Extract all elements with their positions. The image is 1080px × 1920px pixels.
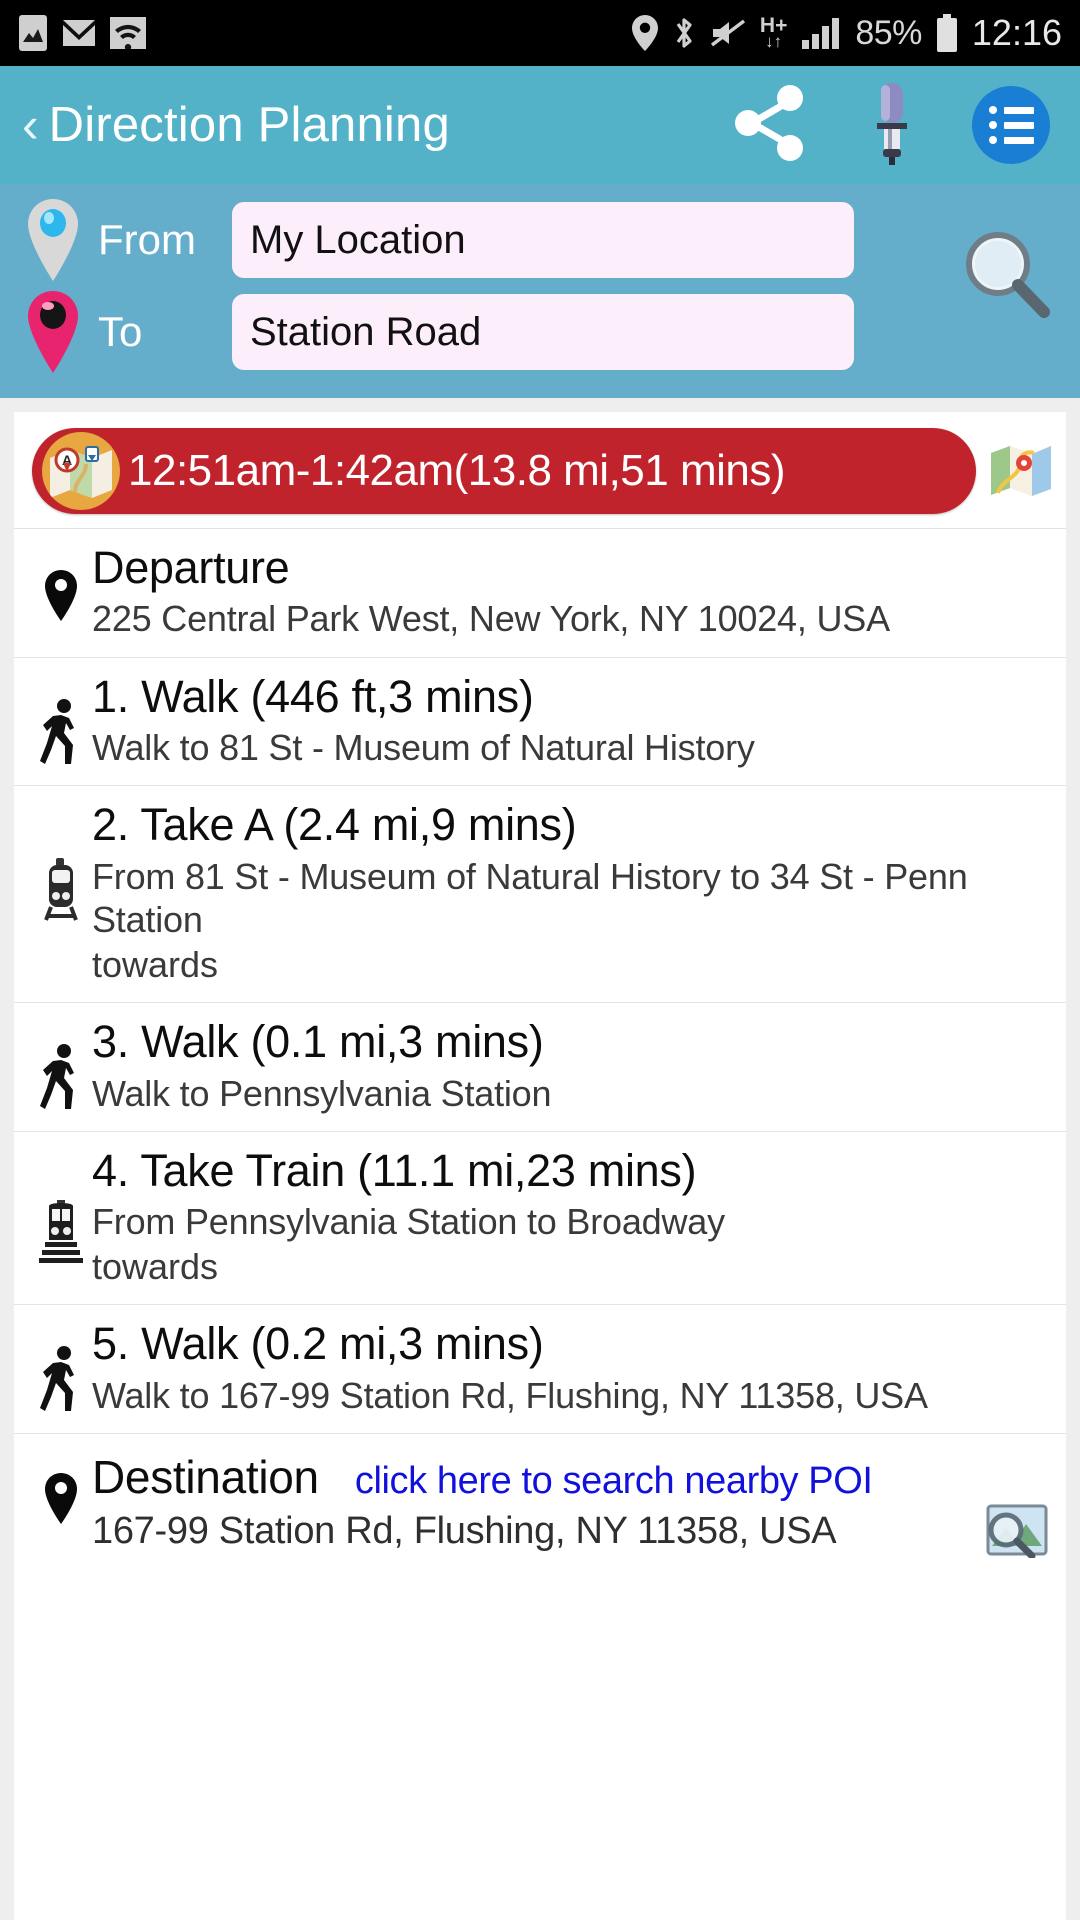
- route-summary-label: 12:51am-1:42am(13.8 mi,51 mins): [128, 446, 786, 495]
- walking-icon: [30, 1017, 92, 1113]
- step-body: 2. Take A (2.4 mi,9 mins) From 81 St - M…: [92, 799, 1050, 986]
- to-input[interactable]: Station Road: [232, 294, 854, 370]
- bluetooth-icon: [672, 15, 696, 51]
- from-label: From: [98, 216, 196, 263]
- map-pin-icon: [30, 543, 92, 623]
- to-label: To: [98, 308, 143, 355]
- from-row: From My Location: [0, 197, 1080, 283]
- page-title: Direction Planning: [48, 98, 450, 152]
- hplus-data-icon: H+ ↓↑: [760, 15, 787, 51]
- app-bar-actions: [728, 79, 1058, 172]
- train-icon: [30, 1146, 92, 1270]
- step-body: 3. Walk (0.1 mi,3 mins) Walk to Pennsylv…: [92, 1016, 1050, 1115]
- status-bar: H+ ↓↑ 85% 12:16: [0, 0, 1080, 66]
- step-body: 4. Take Train (11.1 mi,23 mins) From Pen…: [92, 1144, 1050, 1289]
- google-maps-icon[interactable]: [990, 443, 1052, 499]
- step-subtitle: Walk to 81 St - Museum of Natural Histor…: [92, 726, 755, 768]
- destination-title: Destination: [92, 1451, 319, 1504]
- search-nearby-poi-link[interactable]: click here to search nearby POI: [355, 1460, 873, 1503]
- route-results-area: A 12:51am-1:42am(13.8 mi,51 mins) Depart…: [0, 398, 1080, 1920]
- step-body: 1. Walk (446 ft,3 mins) Walk to 81 St - …: [92, 670, 1050, 770]
- step-body: 5. Walk (0.2 mi,3 mins) Walk to 167-99 S…: [92, 1319, 1050, 1417]
- microphone-icon[interactable]: [864, 79, 920, 172]
- from-input[interactable]: My Location: [232, 202, 854, 278]
- map-pin-icon: [30, 1450, 92, 1526]
- step-row[interactable]: 1. Walk (446 ft,3 mins) Walk to 81 St - …: [14, 658, 1066, 787]
- route-search-panel: From My Location To Station Road: [0, 184, 1080, 398]
- to-pin-icon: [22, 289, 84, 375]
- clock-label: 12:16: [971, 12, 1062, 53]
- step-title: 1. Walk (446 ft,3 mins): [92, 670, 534, 722]
- departure-address: 225 Central Park West, New York, NY 1002…: [92, 598, 890, 640]
- step-subtitle: Walk to 167-99 Station Rd, Flushing, NY …: [92, 1374, 928, 1416]
- image-search-icon[interactable]: [984, 1502, 1050, 1560]
- wifi-icon: [110, 17, 146, 49]
- destination-header: Destination click here to search nearby …: [92, 1450, 978, 1504]
- route-summary-row: A 12:51am-1:42am(13.8 mi,51 mins): [14, 412, 1066, 529]
- destination-address: 167-99 Station Rd, Flushing, NY 11358, U…: [92, 1510, 837, 1553]
- route-card: A 12:51am-1:42am(13.8 mi,51 mins) Depart…: [14, 412, 1066, 1920]
- map-route-badge-icon: A: [42, 432, 120, 510]
- share-icon[interactable]: [728, 83, 812, 168]
- step-subtitle: From 81 St - Museum of Natural History t…: [92, 855, 968, 940]
- data-arrows-icon: ↓↑: [765, 31, 783, 51]
- from-pin-icon: [22, 197, 84, 283]
- magnifier-icon[interactable]: [958, 226, 1054, 322]
- battery-icon: [936, 14, 958, 52]
- signal-icon: [801, 17, 841, 49]
- gmail-icon: [62, 16, 96, 50]
- departure-title: Departure: [92, 542, 290, 593]
- step-subtitle: From Pennsylvania Station to Broadway: [92, 1201, 725, 1243]
- mute-icon: [710, 18, 746, 48]
- battery-percent-label: 85%: [855, 13, 922, 52]
- step-towards: towards: [92, 1246, 219, 1288]
- location-icon: [631, 15, 658, 51]
- step-title: 5. Walk (0.2 mi,3 mins): [92, 1318, 544, 1370]
- back-button[interactable]: ‹: [22, 100, 39, 150]
- step-title: 2. Take A (2.4 mi,9 mins): [92, 799, 577, 851]
- step-row[interactable]: 5. Walk (0.2 mi,3 mins) Walk to 167-99 S…: [14, 1305, 1066, 1435]
- app-bar: ‹ Direction Planning: [0, 66, 1080, 184]
- departure-body: Departure 225 Central Park West, New Yor…: [92, 542, 1050, 641]
- destination-body: Destination click here to search nearby …: [92, 1450, 978, 1553]
- step-row[interactable]: 3. Walk (0.1 mi,3 mins) Walk to Pennsylv…: [14, 1003, 1066, 1132]
- to-row: To Station Road: [0, 289, 1080, 375]
- walking-icon: [30, 672, 92, 768]
- step-title: 4. Take Train (11.1 mi,23 mins): [92, 1144, 697, 1196]
- step-towards: towards: [92, 943, 219, 985]
- subway-icon: [30, 800, 92, 924]
- list-menu-icon[interactable]: [972, 86, 1050, 164]
- screenshot-icon: [18, 14, 48, 52]
- step-row[interactable]: 2. Take A (2.4 mi,9 mins) From 81 St - M…: [14, 786, 1066, 1004]
- step-row[interactable]: 4. Take Train (11.1 mi,23 mins) From Pen…: [14, 1132, 1066, 1306]
- walking-icon: [30, 1319, 92, 1415]
- step-subtitle: Walk to Pennsylvania Station: [92, 1072, 552, 1114]
- departure-row[interactable]: Departure 225 Central Park West, New Yor…: [14, 529, 1066, 658]
- status-bar-left-icons: [18, 14, 146, 52]
- destination-row[interactable]: Destination click here to search nearby …: [14, 1434, 1066, 1568]
- status-bar-right-icons: H+ ↓↑ 85% 12:16: [631, 12, 1062, 54]
- step-title: 3. Walk (0.1 mi,3 mins): [92, 1016, 544, 1068]
- route-summary-banner[interactable]: A 12:51am-1:42am(13.8 mi,51 mins): [32, 428, 976, 514]
